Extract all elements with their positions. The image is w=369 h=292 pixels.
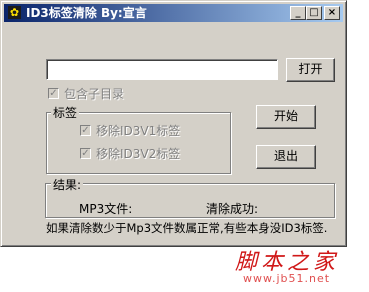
cleared-label: 清除成功: xyxy=(206,202,259,216)
site-watermark-url: www.jb51.net xyxy=(243,272,331,285)
exit-button[interactable]: 退出 xyxy=(256,145,316,169)
close-button[interactable]: × xyxy=(324,6,340,20)
remove-id3v2-checkbox[interactable]: ✓ xyxy=(80,148,91,159)
path-input[interactable] xyxy=(46,59,278,80)
hint-text: 如果清除数少于Mp3文件数属正常,有些本身没ID3标签. xyxy=(46,221,328,235)
minimize-button[interactable]: _ xyxy=(290,6,306,20)
remove-id3v1-label: 移除ID3V1标签 xyxy=(96,124,181,138)
start-button[interactable]: 开始 xyxy=(256,105,316,129)
tags-group-title: 标签 xyxy=(51,104,80,121)
remove-id3v1-checkbox[interactable]: ✓ xyxy=(80,125,91,136)
include-subdirs-label: 包含子目录 xyxy=(64,87,125,101)
results-group-title: 结果: xyxy=(51,176,84,193)
title-bar[interactable]: ✿ ID3标签清除 By:宣言 _ □ × xyxy=(4,4,343,22)
include-subdirs-checkbox[interactable]: ✓ xyxy=(48,88,59,99)
maximize-button[interactable]: □ xyxy=(306,6,322,20)
app-window: ✿ ID3标签清除 By:宣言 _ □ × 打开 ✓ 包含子目录 标签 ✓ 移除… xyxy=(0,0,347,247)
open-button[interactable]: 打开 xyxy=(286,58,335,82)
window-title: ID3标签清除 By:宣言 xyxy=(26,6,147,20)
gear-icon: ✿ xyxy=(8,6,21,19)
mp3-files-label: MP3文件: xyxy=(79,202,133,216)
remove-id3v2-label: 移除ID3V2标签 xyxy=(96,147,181,161)
